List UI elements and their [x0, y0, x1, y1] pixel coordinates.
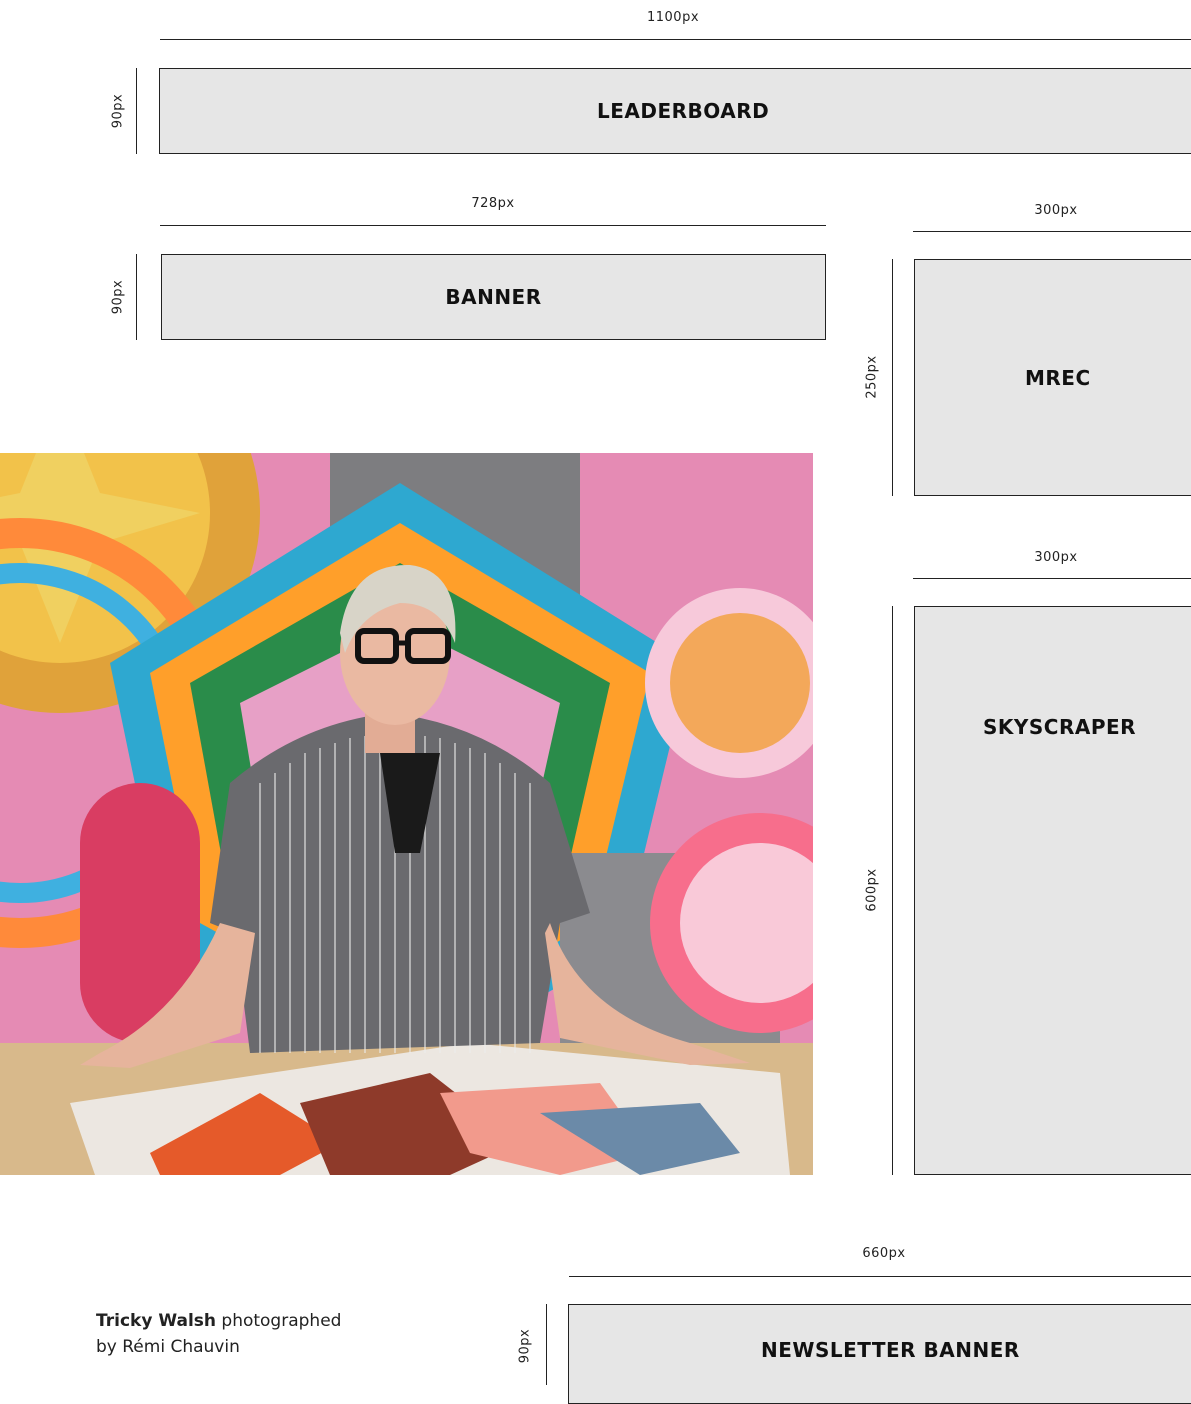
banner-height-label: 90px [110, 279, 126, 315]
leaderboard-label: LEADERBOARD [597, 99, 770, 123]
leaderboard-width-line [160, 39, 1191, 40]
banner-width-label: 728px [471, 196, 515, 211]
newsletter-width-line [569, 1276, 1191, 1277]
artist-photo-illustration [0, 453, 813, 1175]
leaderboard-height-label: 90px [110, 93, 126, 129]
mrec-height-line [892, 259, 893, 496]
newsletter-height-line [546, 1304, 547, 1385]
banner-label: BANNER [445, 285, 542, 309]
banner-height-line [136, 254, 137, 340]
banner-width-line [160, 225, 826, 226]
artist-photo [0, 453, 813, 1175]
skyscraper-slot: SKYSCRAPER [914, 606, 1191, 1175]
newsletter-label: NEWSLETTER BANNER [761, 1338, 1020, 1362]
skyscraper-width-line [913, 578, 1191, 579]
skyscraper-height-line [892, 606, 893, 1175]
caption-text-line2: by Rémi Chauvin [96, 1337, 240, 1357]
mrec-slot: MREC [914, 259, 1191, 496]
caption-text-line1: photographed [216, 1311, 342, 1331]
mrec-width-line [913, 231, 1191, 232]
newsletter-slot: NEWSLETTER BANNER [568, 1304, 1191, 1404]
mrec-width-label: 300px [1034, 203, 1078, 218]
caption-artist-name: Tricky Walsh [96, 1311, 216, 1331]
leaderboard-width-label: 1100px [646, 10, 700, 25]
leaderboard-slot: LEADERBOARD [159, 68, 1191, 154]
mrec-height-label: 250px [864, 355, 880, 399]
newsletter-height-label: 90px [517, 1328, 533, 1364]
photo-caption: Tricky Walsh photographed by Rémi Chauvi… [96, 1308, 341, 1360]
leaderboard-height-line [136, 68, 137, 154]
skyscraper-width-label: 300px [1034, 550, 1078, 565]
mrec-label: MREC [1025, 365, 1091, 390]
skyscraper-height-label: 600px [864, 868, 880, 912]
skyscraper-label: SKYSCRAPER [983, 715, 1137, 739]
newsletter-width-label: 660px [862, 1246, 906, 1261]
banner-slot: BANNER [161, 254, 826, 340]
